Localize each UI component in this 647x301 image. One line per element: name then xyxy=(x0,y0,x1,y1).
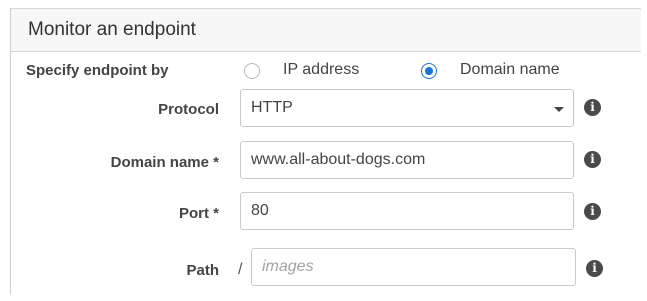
protocol-label: Protocol xyxy=(158,101,219,118)
domain-name-radio-label[interactable]: Domain name xyxy=(460,61,560,79)
domain-name-radio[interactable] xyxy=(421,63,437,79)
path-prefix-slash: / xyxy=(238,261,243,278)
info-circle-icon[interactable]: i xyxy=(586,260,603,277)
path-label: Path xyxy=(186,262,219,279)
path-input-placeholder: images xyxy=(262,258,314,275)
info-circle-icon[interactable]: i xyxy=(584,99,601,116)
port-label: Port * xyxy=(178,205,219,222)
port-input[interactable]: 80 xyxy=(240,192,574,230)
monitor-endpoint-panel: Monitor an endpoint Specify endpoint by … xyxy=(10,8,641,295)
protocol-select-value: HTTP xyxy=(251,99,293,116)
info-circle-icon[interactable]: i xyxy=(584,203,601,220)
ip-address-radio[interactable] xyxy=(244,63,260,79)
domain-name-label: Domain name * xyxy=(110,154,219,171)
protocol-select[interactable]: HTTP xyxy=(240,89,574,127)
panel-title: Monitor an endpoint xyxy=(28,19,196,40)
panel-header: Monitor an endpoint xyxy=(11,8,641,52)
domain-name-input-value: www.all-about-dogs.com xyxy=(251,151,426,168)
ip-address-radio-label[interactable]: IP address xyxy=(283,61,359,79)
domain-name-input[interactable]: www.all-about-dogs.com xyxy=(240,141,574,179)
specify-endpoint-label: Specify endpoint by xyxy=(26,62,169,79)
info-circle-icon[interactable]: i xyxy=(584,151,601,168)
path-input[interactable]: images xyxy=(251,248,576,286)
port-input-value: 80 xyxy=(251,202,269,219)
chevron-down-icon xyxy=(554,107,564,112)
